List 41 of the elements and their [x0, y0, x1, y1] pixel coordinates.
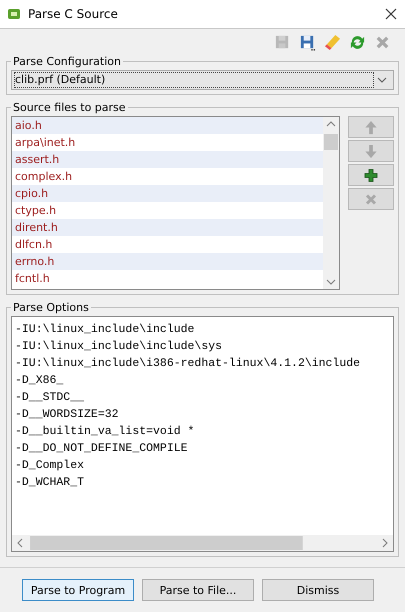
close-icon[interactable]	[385, 8, 397, 20]
file-list-item[interactable]: dirent.h	[12, 219, 323, 236]
option-line: -D_X86_	[15, 373, 64, 389]
dialog-button[interactable]: Parse to Program	[22, 579, 134, 601]
down-arrow-icon	[364, 144, 378, 158]
group-label: Parse Configuration	[12, 55, 122, 68]
horizontal-scrollbar[interactable]	[12, 535, 393, 551]
group-label: Source files to parse	[12, 101, 127, 114]
floppy-icon[interactable]	[299, 34, 316, 50]
add-button[interactable]	[348, 164, 394, 186]
cross-icon	[364, 192, 378, 206]
file-list-item[interactable]: dlfcn.h	[12, 236, 323, 253]
file-list-item[interactable]: errno.h	[12, 253, 323, 270]
option-line: -IU:\linux_include\include\sys	[15, 339, 224, 355]
eraser-icon[interactable]	[324, 34, 341, 50]
window-title: Parse C Source	[28, 7, 119, 21]
file-list-item[interactable]: aio.h	[12, 117, 323, 134]
option-line: -D__WORDSIZE=32	[15, 407, 120, 423]
group-label: Parse Options	[12, 301, 90, 314]
up-arrow-icon	[364, 120, 378, 134]
app-icon	[6, 6, 22, 22]
file-list-item[interactable]: cpio.h	[12, 185, 323, 202]
file-list-item[interactable]: assert.h	[12, 151, 323, 168]
option-line: -IU:\linux_include\i386-redhat-linux\4.1.2\include	[15, 356, 362, 372]
option-line: -D__builtin_va_list=void *	[15, 424, 196, 440]
dialog-button[interactable]: Parse to File...	[142, 579, 254, 601]
option-line: -D__STDC__	[15, 390, 86, 406]
dialog-button[interactable]: Dismiss	[262, 579, 374, 601]
caret-icon	[377, 77, 387, 83]
file-list-item[interactable]: ctype.h	[12, 202, 323, 219]
file-list-item[interactable]: complex.h	[12, 168, 323, 185]
option-line: -D__DO_NOT_DEFINE_COMPILE	[15, 441, 189, 457]
vertical-scrollbar[interactable]	[323, 117, 339, 289]
option-line: -D_WCHAR_T	[15, 475, 86, 491]
file-list-item[interactable]: fcntl.h	[12, 270, 323, 287]
configuration-dropdown[interactable]: clib.prf (Default)	[11, 70, 394, 90]
option-line: -D_Complex	[15, 458, 86, 474]
file-list-item[interactable]: arpa\inet.h	[12, 134, 323, 151]
refresh-icon[interactable]	[349, 34, 366, 50]
option-line: -IU:\linux_include\include	[15, 322, 196, 338]
plus-icon	[364, 168, 378, 182]
